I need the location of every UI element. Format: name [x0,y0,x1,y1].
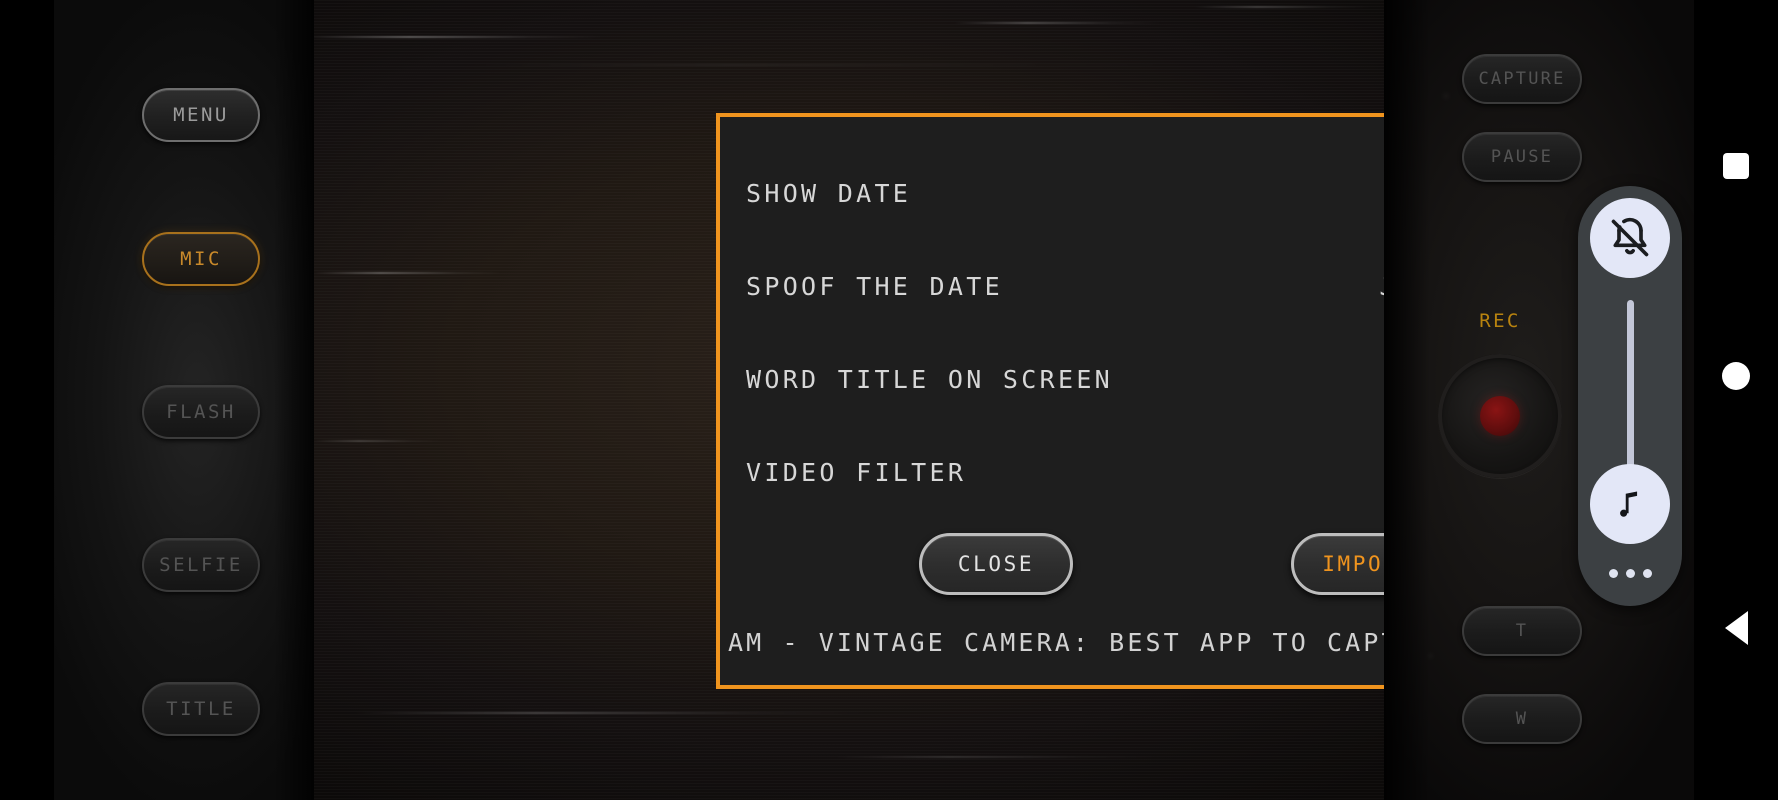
phone-screen: MENU MIC FLASH SELFIE TITLE SHOW DATE SP… [0,0,1778,800]
pause-button[interactable]: PAUSE [1462,132,1582,182]
back-glyph [1724,611,1748,645]
bell-off-icon[interactable] [1590,198,1670,278]
vhs-streak [954,22,1164,24]
import-button[interactable]: IMPORT [1291,533,1384,595]
dialog-actions: CLOSE IMPORT [744,533,1384,595]
volume-panel[interactable] [1578,186,1682,606]
promo-marquee-text: AM - VINTAGE CAMERA: BEST APP TO CAPTURE… [728,627,1384,657]
tele-zoom-label: T [1515,621,1529,641]
left-bezel [0,0,54,800]
music-note-icon [1620,491,1638,517]
title-button-label: TITLE [166,698,236,720]
selfie-button-label: SELFIE [159,554,243,576]
capture-button[interactable]: CAPTURE [1462,54,1582,104]
wide-zoom-button[interactable]: W [1462,694,1582,744]
row-show-date-label: SHOW DATE [746,179,912,208]
vhs-streak [314,440,444,442]
selfie-button[interactable]: SELFIE [142,538,260,592]
left-control-rail: MENU MIC FLASH SELFIE TITLE [54,0,314,800]
promo-marquee: AM - VINTAGE CAMERA: BEST APP TO CAPTURE… [720,609,1384,685]
capture-button-label: CAPTURE [1478,69,1566,89]
row-word-title-on-screen[interactable]: WORD TITLE ON SCREEN VHS 1984 [744,333,1384,426]
home-glyph [1722,362,1750,390]
settings-row-list: SHOW DATE SPOOF THE DATE JUL.. 29 1984 W… [720,117,1384,595]
pause-button-label: PAUSE [1490,147,1554,167]
close-button[interactable]: CLOSE [919,533,1073,595]
flash-button-label: FLASH [166,401,236,423]
volume-slider-track[interactable] [1626,300,1634,486]
import-button-label: IMPORT [1322,552,1384,576]
circle-home-icon[interactable] [1694,334,1778,418]
close-button-label: CLOSE [957,552,1035,576]
more-options-icon[interactable] [1608,569,1652,578]
menu-button[interactable]: MENU [142,88,260,142]
row-video-filter[interactable]: VIDEO FILTER NORMAL [744,426,1384,519]
row-show-date[interactable]: SHOW DATE [744,147,1384,240]
flash-button[interactable]: FLASH [142,385,260,439]
row-spoof-the-date[interactable]: SPOOF THE DATE JUL.. 29 1984 [744,240,1384,333]
vhs-streak [464,64,1224,66]
triangle-back-icon[interactable] [1694,586,1778,670]
wide-zoom-label: W [1515,709,1529,729]
menu-button-label: MENU [173,104,229,126]
title-button[interactable]: TITLE [142,682,260,736]
row-video-filter-label: VIDEO FILTER [746,458,967,487]
vhs-streak [354,712,874,714]
vhs-streak [314,272,504,274]
mic-button[interactable]: MIC [142,232,260,286]
camera-viewfinder[interactable]: SHOW DATE SPOOF THE DATE JUL.. 29 1984 W… [314,0,1384,800]
rec-label: REC [1479,310,1521,332]
row-spoof-the-date-label: SPOOF THE DATE [746,272,1003,301]
vhs-streak [834,756,1164,758]
record-control[interactable]: REC [1420,310,1580,510]
vhs-streak [1194,6,1374,8]
volume-slider-thumb[interactable] [1590,464,1670,544]
volume-slider[interactable] [1590,292,1670,569]
settings-dialog: SHOW DATE SPOOF THE DATE JUL.. 29 1984 W… [716,113,1384,689]
row-word-title-on-screen-label: WORD TITLE ON SCREEN [746,365,1114,394]
vhs-streak [314,36,604,38]
bell-off-glyph [1611,217,1649,257]
record-button-dot[interactable] [1480,396,1520,436]
more-dot [1625,569,1635,578]
more-dot [1642,569,1652,578]
tele-zoom-button[interactable]: T [1462,606,1582,656]
mic-button-label: MIC [180,248,222,270]
android-navigation-bar [1694,0,1778,800]
square-recents-icon[interactable] [1694,124,1778,208]
recents-glyph [1723,153,1749,179]
more-dot [1608,569,1618,578]
